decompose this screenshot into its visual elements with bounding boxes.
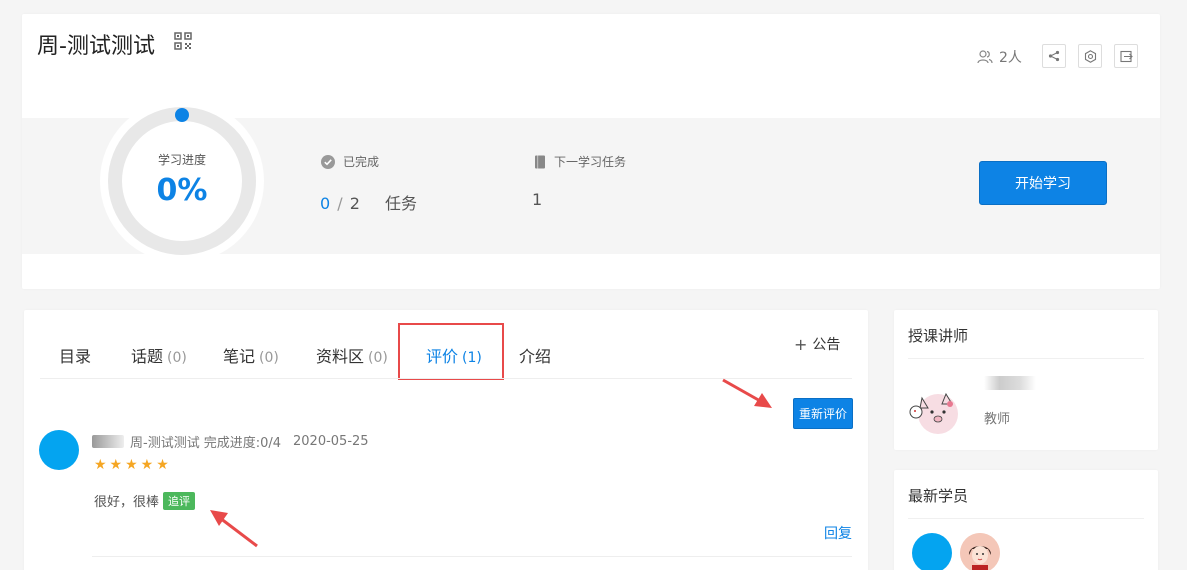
- review-progress: 完成进度:0/4: [203, 436, 282, 451]
- review-meta: 周-测试测试 完成进度:0/4 2020-05-25: [92, 432, 369, 451]
- plus-icon: +: [794, 334, 808, 354]
- exit-button[interactable]: [1114, 44, 1138, 68]
- users-icon: [977, 50, 993, 64]
- reviewer-avatar[interactable]: [39, 430, 79, 470]
- member-count-text: 2人: [999, 50, 1022, 66]
- progress-ring: 学习进度 0%: [100, 99, 264, 263]
- tab-topics[interactable]: 话题 (0): [131, 343, 187, 367]
- review-stars: ★★★★★: [94, 457, 172, 473]
- course-content-card: 目录 话题 (0) 笔记 (0) 资料区 (0) 评价 (1) 介绍 + 公告 重新评价…: [24, 310, 868, 570]
- check-circle-icon: [321, 154, 335, 169]
- share-icon: [1048, 50, 1060, 62]
- start-learning-button[interactable]: 开始学习: [979, 161, 1107, 205]
- progress-indicator-dot: [175, 108, 189, 122]
- tab-divider: [40, 378, 852, 379]
- book-icon: [535, 155, 545, 168]
- teacher-panel-title: 授课讲师: [908, 327, 969, 345]
- settings-button[interactable]: [1078, 44, 1102, 68]
- course-header-card: 周-测试测试 2人 学习进度 0% 已完成 0 / 2 任务 下一学习任务 1 …: [22, 14, 1160, 289]
- review-course: 周-测试测试: [130, 436, 200, 451]
- tab-catalog[interactable]: 目录: [59, 343, 95, 367]
- course-title: 周-测试测试: [37, 34, 155, 59]
- tab-materials[interactable]: 资料区 (0): [316, 343, 388, 367]
- completed-tasks: 0 / 2 任务: [320, 194, 418, 213]
- announcement-button[interactable]: + 公告: [794, 334, 840, 354]
- next-task-value: 1: [532, 190, 543, 209]
- completed-label: 已完成: [321, 153, 379, 170]
- student-portrait-icon: [960, 533, 1000, 570]
- teacher-avatar[interactable]: [908, 382, 964, 438]
- students-panel: 最新学员: [894, 470, 1158, 570]
- followup-badge[interactable]: 追评: [163, 491, 196, 510]
- teacher-name-redacted: [984, 376, 1036, 390]
- reviewer-name-redacted: [92, 435, 124, 448]
- student-avatar[interactable]: [912, 533, 952, 570]
- review-content: 很好，很棒 追评: [94, 491, 196, 510]
- next-task-label: 下一学习任务: [534, 153, 626, 170]
- share-button[interactable]: [1042, 44, 1066, 68]
- member-count: 2人: [977, 47, 1022, 67]
- student-avatar[interactable]: [960, 533, 1000, 570]
- completed-done: 0: [320, 194, 331, 213]
- progress-label: 学习进度: [157, 153, 206, 167]
- tab-intro[interactable]: 介绍: [519, 343, 555, 367]
- completed-total: 2: [349, 194, 360, 213]
- reviews-tab-highlight: [398, 323, 504, 380]
- teacher-panel: 授课讲师 教师: [894, 310, 1158, 450]
- review-divider: [92, 556, 852, 557]
- progress-value: 0%: [156, 173, 208, 208]
- tab-notes[interactable]: 笔记 (0): [223, 343, 279, 367]
- completed-unit: 任务: [385, 194, 418, 213]
- review-text: 很好，很棒: [94, 495, 160, 510]
- teacher-role: 教师: [984, 412, 1011, 427]
- exit-icon: [1119, 50, 1133, 62]
- gear-icon: [1084, 49, 1096, 63]
- qrcode-icon[interactable]: [174, 32, 192, 50]
- review-date: 2020-05-25: [293, 434, 369, 449]
- reply-link[interactable]: 回复: [824, 523, 852, 543]
- students-panel-title: 最新学员: [908, 487, 969, 505]
- rereview-button[interactable]: 重新评价: [793, 398, 853, 429]
